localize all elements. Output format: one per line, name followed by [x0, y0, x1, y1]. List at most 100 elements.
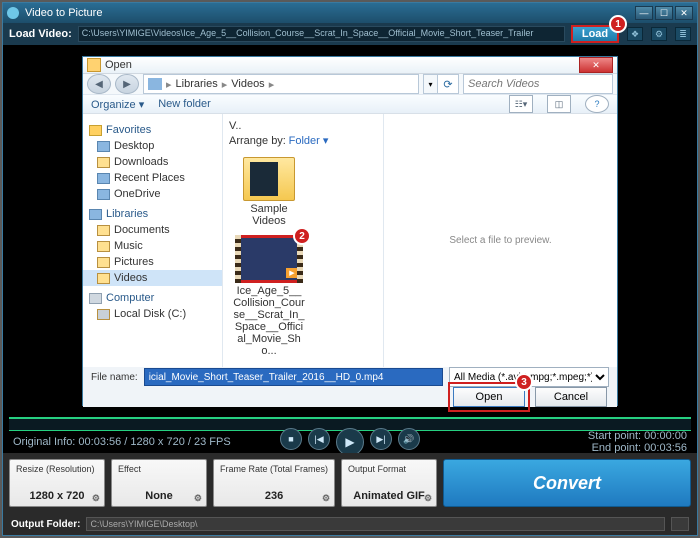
video-item[interactable]: ▶ 2 Ice_Age_5__Collision_Course__Scrat_I… [233, 235, 305, 357]
app-icon [7, 7, 19, 19]
gear-icon[interactable]: ⚙ [92, 493, 100, 504]
file-list: V.. Arrange by: Folder ▾ Sample Videos ▶… [223, 114, 383, 367]
play-button[interactable]: ▶ [336, 428, 364, 456]
nav-row: ◀ ▶ ▸ Libraries▸ Videos▸ ▾ ⟳ [83, 74, 617, 95]
tree-pictures[interactable]: Pictures [83, 254, 222, 270]
tree-downloads[interactable]: Downloads [83, 154, 222, 170]
resize-label: Resize (Resolution) [16, 464, 98, 474]
effect-panel[interactable]: Effect None⚙ [111, 459, 207, 507]
resize-panel[interactable]: Resize (Resolution) 1280 x 720 ⚙ [9, 459, 105, 507]
filename-label: File name: [91, 372, 138, 383]
original-info: Original Info: 00:03:56 / 1280 x 720 / 2… [13, 436, 280, 448]
dialog-title: Open [105, 59, 579, 71]
gear-icon[interactable]: ⚙ [424, 493, 432, 504]
breadcrumb[interactable]: ▸ Libraries▸ Videos▸ [143, 74, 419, 94]
view-mode-button[interactable]: ☷▾ [509, 95, 533, 113]
tree-onedrive[interactable]: OneDrive [83, 186, 222, 202]
back-button[interactable]: ◀ [87, 74, 111, 94]
cancel-button[interactable]: Cancel [535, 387, 607, 407]
stop-button[interactable]: ■ [280, 428, 302, 450]
dialog-toolbar: Organize ▾ New folder ☷▾ ◫ ? [83, 95, 617, 114]
minimize-button[interactable]: — [635, 6, 653, 20]
load-button[interactable]: Load 1 [571, 25, 619, 43]
folder-icon [87, 58, 101, 72]
prev-button[interactable]: |◀ [308, 428, 330, 450]
file-area: V.. Arrange by: Folder ▾ Sample Videos ▶… [223, 114, 617, 367]
convert-button[interactable]: Convert [443, 459, 691, 507]
arrange-by: Arrange by: Folder ▾ [229, 134, 377, 147]
dialog-body: Favorites Desktop Downloads Recent Place… [83, 114, 617, 367]
load-button-label: Load [582, 28, 608, 40]
new-folder-button[interactable]: New folder [158, 98, 211, 110]
folder-label: Sample Videos [250, 203, 287, 227]
tree-libraries[interactable]: Libraries [83, 206, 222, 222]
frame-value: 236 [265, 490, 283, 502]
footer: Output Folder: C:\Users\YIMIGE\Desktop\ [3, 513, 697, 535]
output-path[interactable]: C:\Users\YIMIGE\Desktop\ [86, 517, 665, 531]
help-button[interactable]: ? [585, 95, 609, 113]
info-row: Original Info: 00:03:56 / 1280 x 720 / 2… [3, 431, 697, 453]
annotation-badge-2: 2 [293, 227, 311, 245]
tree-documents[interactable]: Documents [83, 222, 222, 238]
list-icon[interactable]: ≣ [675, 27, 691, 41]
open-button[interactable]: Open [453, 387, 525, 407]
playback-controls: ■ |◀ ▶ ▶| 🔊 [280, 428, 420, 456]
volume-button[interactable]: 🔊 [398, 428, 420, 450]
maximize-button[interactable]: ☐ [655, 6, 673, 20]
crumb-videos[interactable]: Videos [231, 78, 264, 90]
format-label: Output Format [348, 464, 430, 474]
load-path[interactable]: C:\Users\YIMIGE\Videos\Ice_Age_5__Collis… [78, 26, 565, 42]
app-title: Video to Picture [25, 7, 635, 19]
search-input[interactable] [463, 74, 613, 94]
dialog-header: Open ✕ [83, 57, 617, 74]
format-value: Animated GIF [353, 490, 425, 502]
organize-menu[interactable]: Organize ▾ [91, 98, 144, 111]
open-dialog: Open ✕ ◀ ▶ ▸ Libraries▸ Videos▸ ▾ ⟳ Orga… [82, 56, 618, 406]
refresh-button[interactable]: ⟳ [437, 74, 459, 94]
folder-item[interactable]: Sample Videos [233, 157, 305, 227]
load-label: Load Video: [9, 28, 72, 40]
play-overlay-icon: ▶ [286, 268, 298, 278]
frame-label: Frame Rate (Total Frames) [220, 464, 328, 474]
format-panel[interactable]: Output Format Animated GIF⚙ [341, 459, 437, 507]
start-point: Start point: 00:00:00 [420, 430, 687, 442]
close-button[interactable]: ✕ [675, 6, 693, 20]
preview-pane: Select a file to preview. [383, 114, 617, 367]
video-label: Ice_Age_5__Collision_Course__Scrat_In_Sp… [233, 285, 305, 357]
list-heading: V.. [229, 120, 377, 132]
browse-output-button[interactable] [671, 517, 689, 531]
folder-icon [243, 157, 295, 201]
tag-icon[interactable]: ❖ [627, 27, 643, 41]
tree-videos[interactable]: Videos [83, 270, 222, 286]
output-label: Output Folder: [11, 519, 80, 530]
gear-icon[interactable]: ⚙ [194, 493, 202, 504]
annotation-badge-1: 1 [609, 15, 627, 33]
annotation-badge-3: 3 [515, 373, 533, 391]
preview-pane-button[interactable]: ◫ [547, 95, 571, 113]
titlebar: Video to Picture — ☐ ✕ [3, 3, 697, 23]
path-dropdown[interactable]: ▾ [423, 74, 437, 94]
effect-label: Effect [118, 464, 200, 474]
tree-desktop[interactable]: Desktop [83, 138, 222, 154]
dialog-buttons: Open 3 Cancel [83, 387, 617, 407]
tree-recent[interactable]: Recent Places [83, 170, 222, 186]
tree-computer[interactable]: Computer [83, 290, 222, 306]
load-bar: Load Video: C:\Users\YIMIGE\Videos\Ice_A… [3, 23, 697, 45]
next-button[interactable]: ▶| [370, 428, 392, 450]
resize-value: 1280 x 720 [29, 490, 84, 502]
tree-favorites[interactable]: Favorites [83, 122, 222, 138]
video-thumbnail: ▶ [235, 235, 303, 283]
filename-row: File name: All Media (*.avi;*.mpg;*.mpeg… [83, 367, 617, 387]
filename-input[interactable] [144, 368, 443, 386]
forward-button[interactable]: ▶ [115, 74, 139, 94]
gear-icon[interactable]: ⚙ [322, 493, 330, 504]
frame-panel[interactable]: Frame Rate (Total Frames) 236 ⚙ [213, 459, 335, 507]
library-icon [148, 78, 162, 90]
settings-icon[interactable]: ⚙ [651, 27, 667, 41]
options-panels: Resize (Resolution) 1280 x 720 ⚙ Effect N… [3, 453, 697, 513]
arrange-dropdown[interactable]: Folder ▾ [289, 135, 329, 147]
tree-local-disk-c[interactable]: Local Disk (C:) [83, 306, 222, 322]
crumb-libraries[interactable]: Libraries [176, 78, 218, 90]
dialog-close-button[interactable]: ✕ [579, 57, 613, 73]
tree-music[interactable]: Music [83, 238, 222, 254]
